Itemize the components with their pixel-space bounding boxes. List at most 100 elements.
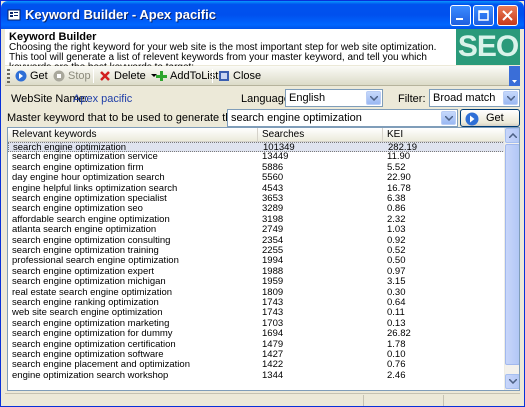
- searches-cell: 3289: [262, 204, 284, 215]
- searches-cell: 3198: [262, 214, 284, 225]
- table-row[interactable]: professional search engine optimization 1…: [8, 256, 505, 266]
- get-arrow-icon: [465, 112, 479, 126]
- master-keyword-dropdown-button[interactable]: [441, 111, 456, 125]
- vertical-scrollbar[interactable]: [504, 128, 519, 390]
- keyword-cell: search engine optimization marketing: [12, 318, 170, 329]
- get-toolbar-label: Get: [30, 70, 48, 82]
- minimize-icon: [456, 18, 463, 20]
- toolbar-grip[interactable]: [7, 69, 10, 83]
- filter-select[interactable]: Broad match: [429, 89, 520, 107]
- chevron-down-icon: [509, 379, 517, 384]
- kei-cell: 2.32: [387, 214, 406, 225]
- kei-cell: 16.78: [387, 183, 411, 194]
- table-row[interactable]: search engine optimization software 1427 0…: [8, 350, 505, 360]
- add-plus-icon: [156, 71, 167, 81]
- table-row[interactable]: engine helpful links optimization search…: [8, 184, 505, 194]
- kei-cell: 0.52: [387, 246, 406, 256]
- filter-label: Filter:: [398, 93, 426, 105]
- status-bar: [5, 393, 520, 406]
- kei-cell: 0.30: [387, 287, 406, 298]
- searches-cell: 2354: [262, 235, 284, 246]
- keyword-cell: search engine ranking optimization: [12, 298, 159, 308]
- table-row[interactable]: search engine optimization service 13449 1…: [8, 152, 505, 162]
- searches-cell: 1422: [262, 360, 284, 371]
- keyword-cell: engine helpful links optimization search: [12, 183, 178, 194]
- seo-logo: SEO: [456, 29, 520, 65]
- table-header: Relevant keywords Searches KEI: [8, 128, 505, 142]
- scroll-thumb[interactable]: [505, 144, 519, 365]
- searches-cell: 1427: [262, 350, 284, 360]
- minimize-button[interactable]: [450, 5, 471, 26]
- keyword-cell: engine optimization search workshop: [12, 370, 169, 381]
- toolbar-separator: [93, 69, 94, 83]
- keyword-cell: search engine optimization consulting: [12, 235, 171, 246]
- scroll-down-button[interactable]: [505, 374, 519, 389]
- table-row[interactable]: search engine optimization training 2255 0…: [8, 246, 505, 256]
- table-row[interactable]: search engine ranking optimization 1743 0.…: [8, 298, 505, 308]
- close-panel-icon: [219, 71, 229, 81]
- language-dropdown-button[interactable]: [366, 91, 381, 105]
- searches-cell: 1959: [262, 277, 284, 288]
- kei-cell: 0.64: [387, 298, 406, 308]
- table-row[interactable]: search engine optimization consulting 235…: [8, 236, 505, 246]
- kei-cell: 22.90: [387, 173, 411, 184]
- get-arrow-icon: [15, 70, 27, 82]
- searches-cell: 1743: [262, 298, 284, 308]
- toolbar-overflow-button[interactable]: [509, 66, 520, 86]
- chevron-up-icon: [509, 133, 517, 138]
- column-header-searches[interactable]: Searches: [258, 128, 383, 142]
- table-row[interactable]: affordable search engine optimization 319…: [8, 215, 505, 225]
- column-header-kei[interactable]: KEI: [383, 128, 505, 142]
- kei-cell: 3.15: [387, 277, 406, 288]
- scroll-up-button[interactable]: [505, 128, 519, 143]
- searches-cell: 1479: [262, 339, 284, 350]
- table-row[interactable]: search engine optimization seo 3289 0.86: [8, 204, 505, 214]
- kei-cell: 0.97: [387, 266, 406, 277]
- kei-cell: 5.52: [387, 162, 406, 173]
- kei-cell: 0.92: [387, 235, 406, 246]
- kei-cell: 26.82: [387, 329, 411, 340]
- language-select[interactable]: English: [285, 89, 383, 107]
- kei-cell: 1.03: [387, 225, 406, 236]
- table-row[interactable]: search engine optimization specialist 365…: [8, 194, 505, 204]
- stop-toolbar-button[interactable]: Stop: [53, 68, 91, 84]
- table-row[interactable]: engine optimization search workshop 1344 2…: [8, 371, 505, 381]
- table-row[interactable]: atlanta search engine optimization 2749 1.…: [8, 225, 505, 235]
- stop-toolbar-label: Stop: [68, 70, 91, 82]
- get-toolbar-button[interactable]: Get: [15, 68, 48, 84]
- maximize-button[interactable]: [473, 5, 494, 26]
- keyword-cell: search engine optimization certification: [12, 339, 176, 350]
- add-to-list-toolbar-button[interactable]: AddToList: [155, 68, 218, 84]
- table-row[interactable]: search engine optimization certification…: [8, 340, 505, 350]
- kei-cell: 0.11: [387, 308, 405, 319]
- close-toolbar-button[interactable]: Close: [218, 68, 261, 84]
- keyword-cell: real estate search engine optimization: [12, 287, 173, 298]
- table-row[interactable]: day engine hour optimization search 5560 2…: [8, 173, 505, 183]
- table-row[interactable]: search engine optimization michigan 1959 3…: [8, 277, 505, 287]
- get-keywords-label: Get: [486, 112, 504, 124]
- table-row[interactable]: web site search engine optimization 1743 0…: [8, 308, 505, 318]
- toolbar: Get Stop Delete AddToList Close: [5, 66, 520, 86]
- keyword-cell: search engine optimization for dummy: [12, 329, 173, 340]
- overflow-chevron-icon: [512, 80, 517, 83]
- keyword-results-table: Relevant keywords Searches KEI search en…: [7, 127, 520, 391]
- get-keywords-button[interactable]: Get: [460, 109, 520, 127]
- delete-toolbar-button[interactable]: Delete: [99, 68, 161, 84]
- table-row[interactable]: search engine optimization 101349 282.19: [8, 142, 505, 153]
- table-row[interactable]: search engine optimization expert 1988 0.9…: [8, 267, 505, 277]
- close-window-button[interactable]: [497, 5, 518, 26]
- table-row[interactable]: search engine optimization firm 5886 5.52: [8, 163, 505, 173]
- keyword-cell: search engine optimization firm: [12, 162, 144, 173]
- table-row[interactable]: search engine placement and optimization…: [8, 360, 505, 370]
- table-row[interactable]: search engine optimization marketing 1703…: [8, 319, 505, 329]
- column-header-keywords[interactable]: Relevant keywords: [8, 128, 258, 142]
- close-icon: [502, 10, 513, 21]
- filter-select-value: Broad match: [433, 92, 496, 104]
- filter-dropdown-button[interactable]: [503, 91, 518, 105]
- searches-cell: 2749: [262, 225, 284, 236]
- maximize-icon: [478, 10, 489, 21]
- table-row[interactable]: real estate search engine optimization 18…: [8, 288, 505, 298]
- table-row[interactable]: search engine optimization for dummy 1694…: [8, 329, 505, 339]
- master-keyword-select[interactable]: search engine optimization: [227, 109, 458, 127]
- title-bar[interactable]: Keyword Builder - Apex pacific: [1, 1, 524, 29]
